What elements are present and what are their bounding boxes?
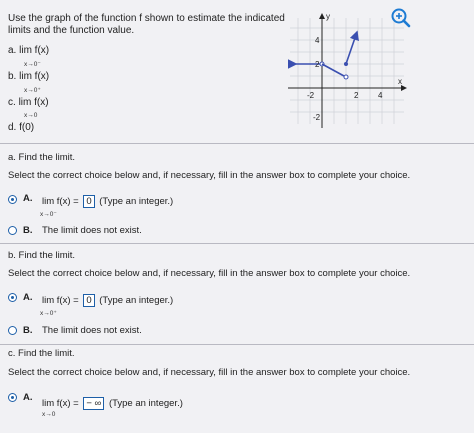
section-b-choice-a-letter: A. xyxy=(23,292,33,303)
tick-x-2: 2 xyxy=(354,91,359,100)
part-c: c. lim f(x) xyxy=(8,97,49,109)
problem-statement-line2: limits and the function value. xyxy=(8,25,135,36)
section-divider xyxy=(0,243,474,244)
section-c-choice-a-prefix: lim f(x) = xyxy=(42,398,79,409)
part-d-label: d. xyxy=(8,122,17,133)
section-b-choice-b-text: The limit does not exist. xyxy=(42,325,142,336)
section-b-answer-box[interactable]: 0 xyxy=(83,294,95,307)
function-graph xyxy=(288,13,407,128)
tick-x-neg2: -2 xyxy=(307,91,315,100)
zoom-in-icon[interactable] xyxy=(391,8,411,28)
part-b-sub: x→0⁺ xyxy=(24,87,41,94)
section-a-answer-box[interactable]: 0 xyxy=(83,195,95,208)
part-d: d. f(0) xyxy=(8,122,34,134)
section-a-choice-b-radio[interactable] xyxy=(8,226,17,235)
part-b-expr: lim f(x) xyxy=(19,71,50,82)
section-c-choice-a-sub: x→0 xyxy=(42,411,56,418)
section-b-choice-b-letter: B. xyxy=(23,325,33,336)
part-a-expr: lim f(x) xyxy=(19,45,50,56)
section-divider xyxy=(0,344,474,345)
part-b: b. lim f(x) xyxy=(8,71,49,83)
part-a-label: a. xyxy=(8,45,17,56)
section-b-choice-a-radio[interactable] xyxy=(8,293,17,302)
tick-y-2: 2 xyxy=(315,60,320,69)
section-b-instruction: Select the correct choice below and, if … xyxy=(8,268,411,279)
problem-statement-line1: Use the graph of the function f shown to… xyxy=(8,13,285,24)
section-a-choice-a: lim f(x) = 0 (Type an integer.) xyxy=(42,195,173,208)
part-c-expr: lim f(x) xyxy=(18,97,49,108)
section-a-choice-a-suffix: (Type an integer.) xyxy=(99,196,174,207)
section-a-title: a. Find the limit. xyxy=(8,152,76,163)
section-c-title: c. Find the limit. xyxy=(8,348,75,359)
section-a-instruction: Select the correct choice below and, if … xyxy=(8,170,411,181)
tick-x-4: 4 xyxy=(378,91,383,100)
section-c-choice-a-radio[interactable] xyxy=(8,393,17,402)
section-b-title: b. Find the limit. xyxy=(8,250,76,261)
section-a-choice-a-prefix: lim f(x) = xyxy=(42,196,79,207)
tick-y-neg2: -2 xyxy=(313,113,321,122)
section-divider xyxy=(0,143,474,144)
section-b-choice-a-prefix: lim f(x) = xyxy=(42,295,79,306)
section-a-choice-a-sub: x→0⁻ xyxy=(40,211,57,218)
section-b-choice-a-suffix: (Type an integer.) xyxy=(99,295,174,306)
section-b-choice-a: lim f(x) = 0 (Type an integer.) xyxy=(42,294,173,307)
section-a-choice-a-radio[interactable] xyxy=(8,195,17,204)
section-a-choice-b-letter: B. xyxy=(23,225,33,236)
section-c-instruction: Select the correct choice below and, if … xyxy=(8,367,411,378)
section-c-choice-a-suffix: (Type an integer.) xyxy=(108,398,183,409)
section-b-choice-a-sub: x→0⁺ xyxy=(40,310,57,317)
x-axis-label: x xyxy=(398,77,402,86)
part-c-label: c. xyxy=(8,97,16,108)
section-b-choice-b-radio[interactable] xyxy=(8,326,17,335)
section-a-choice-a-letter: A. xyxy=(23,193,33,204)
tick-y-4: 4 xyxy=(315,36,320,45)
y-axis-label: y xyxy=(326,12,330,21)
section-c-answer-box[interactable]: − ∞ xyxy=(83,397,105,410)
part-a-sub: x→0⁻ xyxy=(24,61,41,68)
part-a: a. lim f(x) xyxy=(8,45,49,57)
part-d-expr: f(0) xyxy=(19,122,35,133)
section-c-choice-a-letter: A. xyxy=(23,392,33,403)
section-c-choice-a: lim f(x) = − ∞ (Type an integer.) xyxy=(42,397,183,410)
part-b-label: b. xyxy=(8,71,17,82)
part-c-sub: x→0 xyxy=(24,112,38,119)
section-a-choice-b-text: The limit does not exist. xyxy=(42,225,142,236)
